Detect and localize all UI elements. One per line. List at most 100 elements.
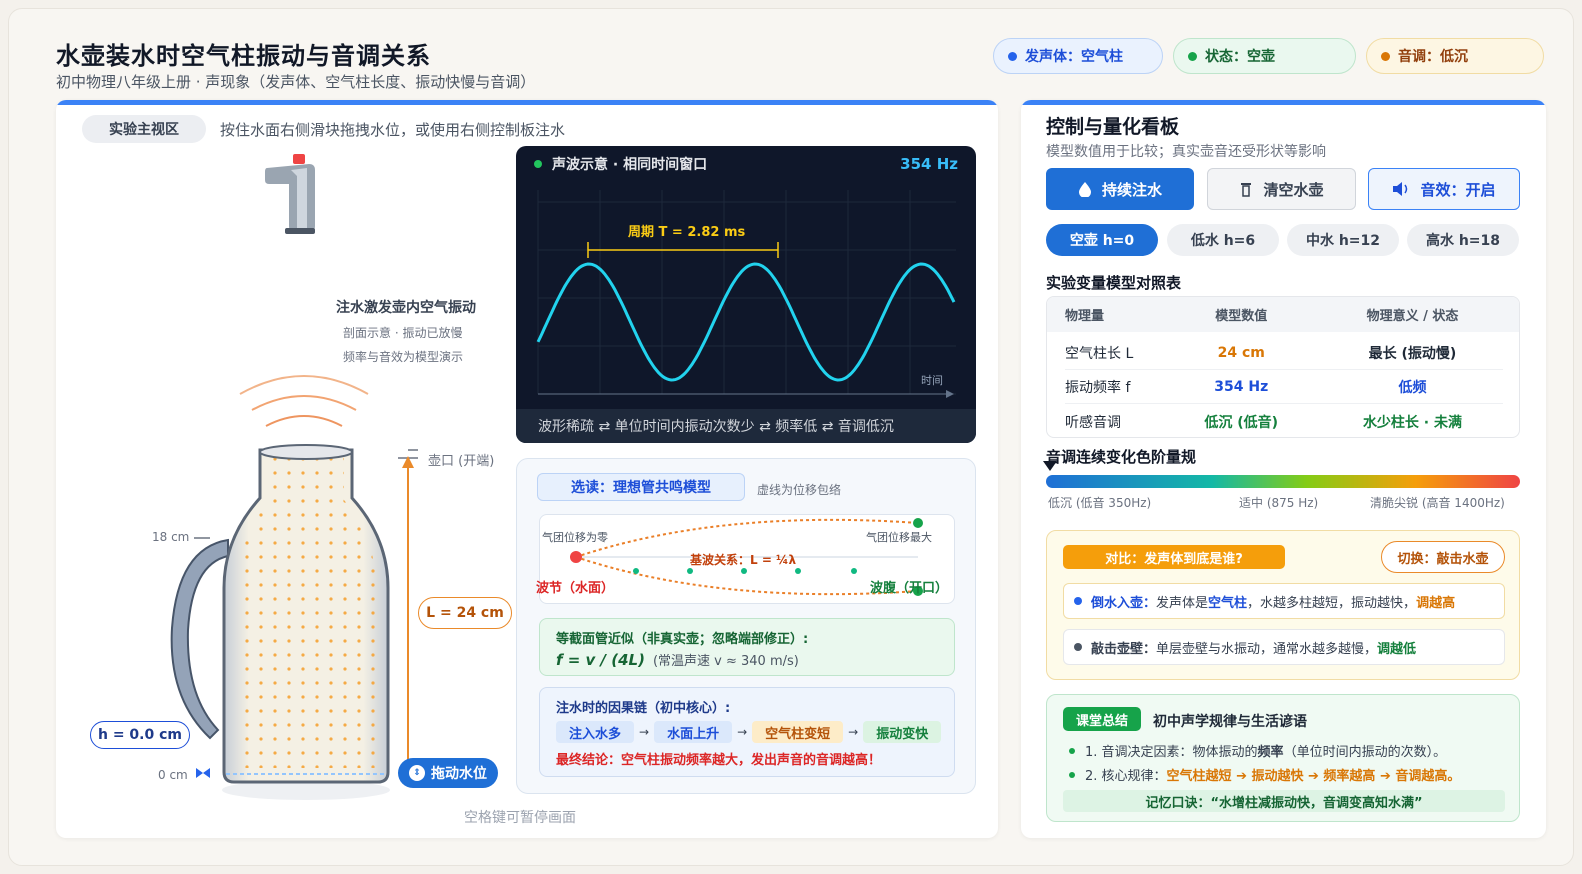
card-accent-bar xyxy=(56,100,998,105)
summary-point: 2. 核心规律： 空气柱越短 ➔ 振动越快 ➔ 频率越高 ➔ 音调越高。 xyxy=(1069,765,1460,784)
summary-tag: 课堂总结 xyxy=(1063,707,1141,731)
speaker-icon xyxy=(1393,182,1408,196)
node-label: 波节（水面） xyxy=(536,581,615,596)
cell-meaning: 低频 xyxy=(1398,379,1427,396)
sound-toggle-button[interactable]: 音效：开启 xyxy=(1368,168,1520,210)
scope-caption: 波形稀疏 ⇄ 单位时间内振动次数少 ⇄ 频率低 ⇄ 音调低沉 xyxy=(516,409,976,443)
preset-empty[interactable]: 空壶 h=0 xyxy=(1046,224,1158,256)
item-result: 调越高 xyxy=(1416,595,1456,611)
item-text: 单层壶壁与水振动，通常水越多越慢， xyxy=(1156,641,1378,657)
button-label: 音效：开启 xyxy=(1420,180,1496,199)
formula-note: (常温声速 v ≈ 340 m/s) xyxy=(652,654,799,669)
point-key: 频率 xyxy=(1257,745,1284,760)
node-caption: 气团位移为零 xyxy=(542,531,608,544)
pipe-diagram: 气团位移为零 气团位移最大 基波关系：L = ¼λ 波节（水面） 波腹（开口） xyxy=(536,514,955,604)
formula-title: 等截面管近似（非真实壶；忽略端部修正）: xyxy=(556,632,809,647)
dot-icon xyxy=(1008,51,1017,61)
resonance-model-panel: 选读：理想管共鸣模型 虚线为位移包络 气团位移为零 气团位移最大 基波关系：L … xyxy=(516,458,976,794)
experiment-view: 实验主视区 按住水面右侧滑块拖拽水位，或使用右侧控制板注水 注水激发壶内空气振动… xyxy=(56,100,998,838)
page-title: 水壶装水时空气柱振动与音调关系 xyxy=(56,42,431,70)
causal-chain: 注水时的因果链（初中核心）: 注入水多 → 水面上升 → 空气柱变短 → 振动变… xyxy=(539,687,955,777)
air-column-length: L = 24 cm xyxy=(418,597,512,629)
chain-step: 空气柱变短 xyxy=(752,721,844,743)
antinode-label: 波腹（开口） xyxy=(870,581,949,596)
gradient-label-low: 低沉 (低音 350Hz) xyxy=(1048,496,1152,510)
trash-icon xyxy=(1241,183,1252,197)
sound-wave-arcs xyxy=(239,375,369,427)
status-chip-source: 发声体：空气柱 xyxy=(993,38,1163,74)
item-lead: 倒水入壶： xyxy=(1091,595,1157,611)
comparison-tag: 对比：发声体到底是谁? xyxy=(1063,545,1285,569)
scale-label-0: 0 cm xyxy=(158,768,188,782)
arrow-right-icon: → xyxy=(639,725,650,739)
model-tag: 选读：理想管共鸣模型 xyxy=(537,473,745,501)
drag-label: 拖动水位 xyxy=(431,766,487,782)
scope-header: 声波示意 · 相同时间窗口 354 Hz xyxy=(516,146,976,182)
chain-step: 振动变快 xyxy=(863,721,942,743)
chain-step: 水面上升 xyxy=(654,721,733,743)
status-chip-pitch: 音调：低沉 xyxy=(1366,38,1544,74)
antinode-caption: 气团位移最大 xyxy=(866,531,932,544)
item-result: 调越低 xyxy=(1377,641,1417,657)
variable-table: 物理量 模型数值 物理意义 / 状态 空气柱长 L 24 cm 最长 (振动慢)… xyxy=(1046,296,1520,438)
item-key: 空气柱 xyxy=(1208,595,1248,611)
dot-icon xyxy=(1074,643,1082,651)
column-header: 物理量 xyxy=(1065,309,1105,324)
switch-strike-button[interactable]: 切换：敲击水壶 xyxy=(1381,541,1505,573)
live-dot-icon xyxy=(534,160,542,168)
chain-step: 注入水多 xyxy=(556,721,635,743)
formula: f = v / (4L) xyxy=(556,651,645,669)
bullet-icon xyxy=(1069,747,1075,754)
instruction-hint: 按住水面右侧滑块拖拽水位，或使用右侧控制板注水 xyxy=(220,121,566,139)
preset-high[interactable]: 高水 h=18 xyxy=(1407,224,1519,256)
fundamental-relation: 基波关系：L = ¼λ xyxy=(690,553,797,567)
summary-point: 1. 音调决定因素：物体振动的 频率 （单位时间内振动的次数）。 xyxy=(1069,741,1446,760)
gradient-label-high: 清脆尖锐 (高音 1400Hz) xyxy=(1370,496,1505,510)
bullet-icon xyxy=(1069,771,1075,778)
panel-title: 控制与量化看板 xyxy=(1046,116,1180,138)
cell-quantity: 听感音调 xyxy=(1065,414,1121,431)
chip-label: 音调：低沉 xyxy=(1398,49,1468,65)
chip-label: 状态：空壶 xyxy=(1205,49,1275,65)
scope-title: 声波示意 · 相同时间窗口 xyxy=(552,157,708,173)
scale-tick xyxy=(194,537,210,539)
time-axis-label: 时间 xyxy=(921,374,943,387)
water-level-drag-handle[interactable]: ⇕ 拖动水位 xyxy=(398,758,498,788)
point-text: 1. 音调决定因素：物体振动的 xyxy=(1085,745,1258,760)
card-accent-bar xyxy=(1021,100,1546,105)
item-lead: 敲击壶壁： xyxy=(1091,641,1157,657)
cell-meaning: 最长 (振动慢) xyxy=(1368,345,1457,362)
empty-kettle-button[interactable]: 清空水壶 xyxy=(1207,168,1356,210)
mouth-label: 壶口 (开端) xyxy=(428,454,495,469)
waveform-plot: 时间 周期 T = 2.82 ms xyxy=(536,190,956,398)
fill-water-button[interactable]: 持续注水 xyxy=(1046,168,1194,210)
point-text: 2. 核心规律： xyxy=(1085,769,1167,784)
dot-icon xyxy=(1188,51,1197,61)
point-text: （单位时间内振动的次数）。 xyxy=(1283,745,1447,760)
page-subtitle: 初中物理八年级上册 · 声现象（发声体、空气柱长度、振动快慢与音调） xyxy=(56,73,536,91)
dot-icon xyxy=(1381,51,1390,61)
table-row: 听感音调 低沉 (低音) 水少柱长 · 未满 xyxy=(1047,404,1519,437)
memory-motto: 记忆口诀：“水增柱减振动快，音调变高知水满” xyxy=(1063,790,1505,812)
demo-note-2: 频率与音效为模型演示 xyxy=(343,350,464,364)
button-label: 持续注水 xyxy=(1101,180,1162,199)
comparison-box: 对比：发声体到底是谁? 切换：敲击水壶 倒水入壶： 发声体是 空气柱 ，水越多柱… xyxy=(1046,530,1520,680)
kettle-cross-section xyxy=(170,444,390,800)
section-label: 实验主视区 xyxy=(82,115,206,143)
dot-icon xyxy=(1074,597,1082,605)
formula-box: 等截面管近似（非真实壶；忽略端部修正）: f = v / (4L) (常温声速 v… xyxy=(539,618,955,676)
cell-value: 24 cm xyxy=(1217,344,1265,361)
preset-medium[interactable]: 中水 h=12 xyxy=(1287,224,1399,256)
summary-box: 课堂总结 初中声学规律与生活谚语 1. 音调决定因素：物体振动的 频率 （单位时间内… xyxy=(1046,694,1520,822)
preset-low[interactable]: 低水 h=6 xyxy=(1167,224,1279,256)
arrow-right-icon: → xyxy=(848,725,859,739)
cell-quantity: 空气柱长 L xyxy=(1065,345,1134,362)
gradient-title: 音调连续变化色阶量规 xyxy=(1046,448,1197,466)
drag-arrows-icon: ⇕ xyxy=(409,765,425,781)
pitch-marker-icon xyxy=(1043,461,1057,471)
scale-label-18: 18 cm xyxy=(152,530,190,544)
faucet-icon xyxy=(265,154,315,234)
table-header-row: 物理量 模型数值 物理意义 / 状态 xyxy=(1047,297,1519,332)
model-note: 虚线为位移包络 xyxy=(757,483,842,497)
chain-title: 注水时的因果链（初中核心）: xyxy=(556,701,731,716)
